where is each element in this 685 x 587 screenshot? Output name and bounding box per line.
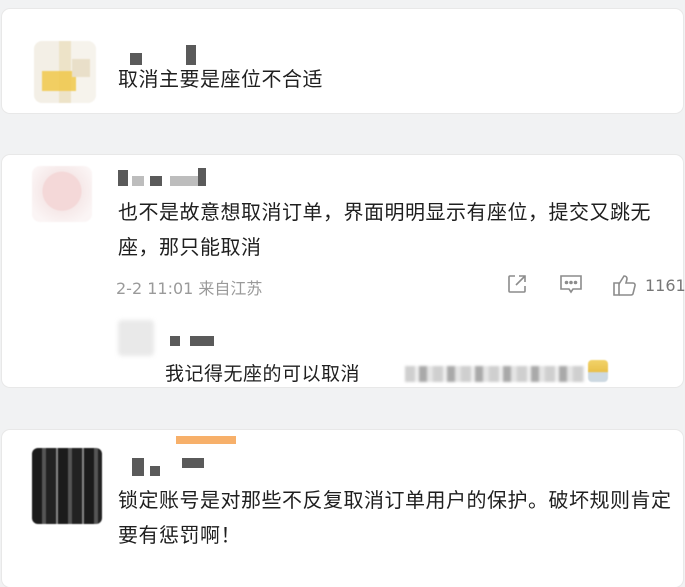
- badge-redacted: [176, 436, 236, 444]
- comment-icon: [560, 275, 582, 294]
- share-icon: [508, 275, 526, 293]
- username-redacted: [132, 176, 144, 186]
- avatar[interactable]: [118, 320, 154, 356]
- username-redacted: [198, 168, 206, 186]
- username-redacted: [132, 458, 144, 476]
- comment-text: 锁定账号是对那些不反复取消订单用户的保护。破坏规则肯定要有惩罚啊！: [118, 488, 672, 547]
- like-button[interactable]: 1161: [611, 272, 685, 298]
- reply-text-redacted: [405, 366, 585, 382]
- username-redacted: [170, 176, 198, 186]
- avatar[interactable]: [34, 41, 96, 103]
- username-redacted: [150, 176, 162, 186]
- comment-text: 也不是故意想取消订单，界面明明显示有座位，提交又跳无座，那只能取消: [118, 200, 651, 259]
- avatar[interactable]: [32, 166, 92, 222]
- username-redacted: [150, 466, 160, 476]
- username-redacted: [170, 336, 180, 346]
- username-redacted: [182, 458, 204, 468]
- like-count: 1161: [645, 275, 685, 295]
- comment-button[interactable]: [558, 272, 584, 296]
- avatar[interactable]: [32, 448, 102, 524]
- share-button[interactable]: [505, 272, 529, 296]
- comment-meta: 2-2 11:01 来自江苏: [116, 279, 263, 298]
- emoji-icon: [588, 360, 608, 382]
- comment-text: 取消主要是座位不合适: [118, 67, 323, 91]
- thumbs-up-icon: [613, 275, 636, 296]
- reply-text: 我记得无座的可以取消: [165, 363, 361, 385]
- username-redacted: [118, 170, 128, 186]
- comment-card: [2, 9, 683, 113]
- comment-card: [2, 155, 683, 387]
- username-redacted: [190, 336, 214, 346]
